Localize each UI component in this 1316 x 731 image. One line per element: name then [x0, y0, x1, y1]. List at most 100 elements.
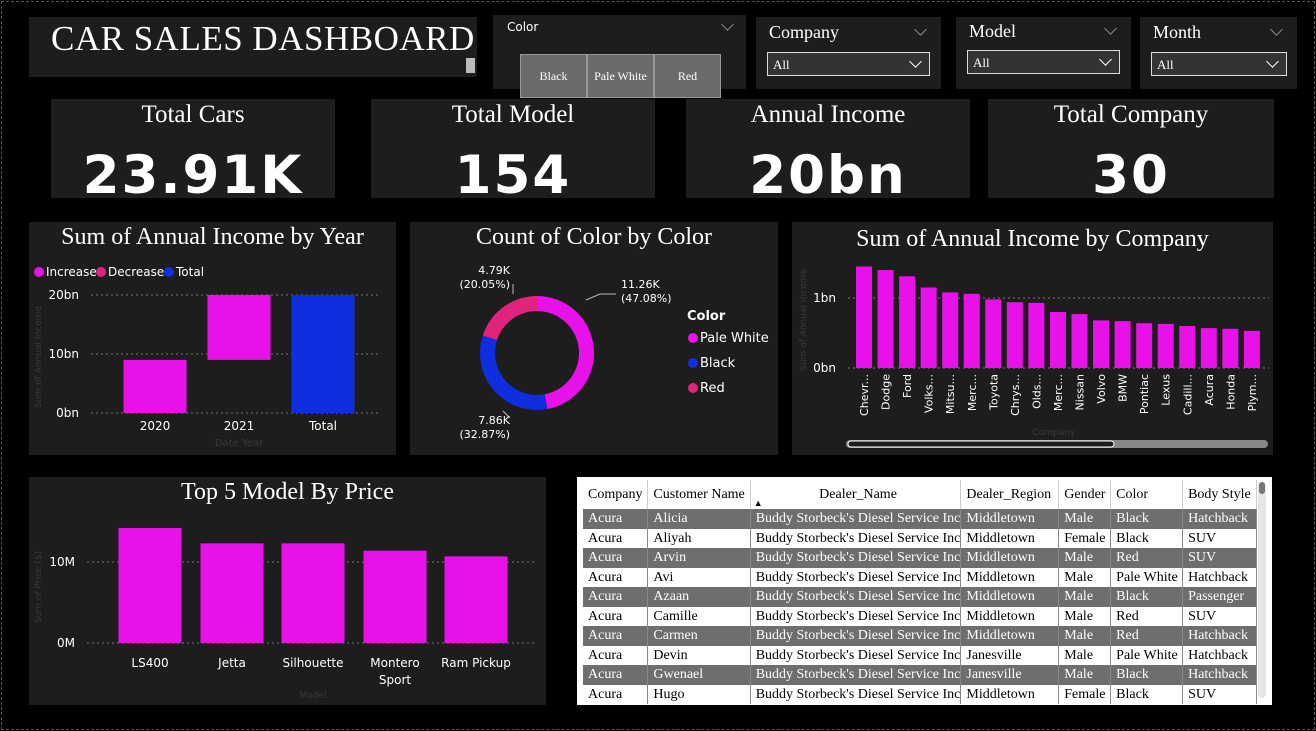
- donut-slice[interactable]: [537, 296, 594, 410]
- company-bar[interactable]: [899, 276, 916, 368]
- model-dropdown[interactable]: All: [967, 50, 1120, 74]
- chevron-down-icon[interactable]: [1270, 23, 1283, 36]
- month-slicer: Month All: [1140, 17, 1297, 89]
- waterfall-bar[interactable]: [291, 295, 355, 413]
- company-bar[interactable]: [877, 270, 894, 368]
- legend-label: Total: [175, 265, 204, 279]
- chevron-down-icon[interactable]: [914, 23, 927, 36]
- kpi-card-total-company: Total Company 30: [988, 99, 1274, 206]
- table-row[interactable]: Acura Camille Buddy Storbeck's Diesel Serv…: [583, 606, 1257, 626]
- company-bar[interactable]: [1071, 314, 1088, 368]
- company-bar[interactable]: [1028, 302, 1045, 368]
- table-cell: Black: [1110, 509, 1184, 529]
- x-tick-label: Nissan: [1074, 374, 1087, 410]
- company-dropdown-value: All: [773, 57, 790, 72]
- data-label-value: 7.86K: [478, 414, 510, 427]
- company-dropdown[interactable]: All: [767, 52, 930, 76]
- company-bar[interactable]: [1222, 328, 1239, 368]
- column-header[interactable]: Color: [1110, 480, 1184, 509]
- scrollbar-thumb[interactable]: [847, 440, 1115, 448]
- legend-label: Pale White: [700, 331, 769, 346]
- table-cell: Middletown: [960, 606, 1060, 626]
- column-header[interactable]: Dealer_Name ▲: [750, 480, 962, 509]
- table-cell: Buddy Storbeck's Diesel Service Inc: [750, 684, 962, 704]
- column-header[interactable]: Company: [583, 480, 649, 509]
- company-bar[interactable]: [1093, 320, 1110, 368]
- sort-ascending-icon[interactable]: ▲: [754, 498, 763, 508]
- color-slicer: Color Black Pale White Red: [493, 15, 746, 98]
- table-cell: Buddy Storbeck's Diesel Service Inc: [750, 548, 962, 568]
- company-bar[interactable]: [1179, 326, 1196, 368]
- model-bar[interactable]: [281, 543, 345, 643]
- x-tick-label: Chevr...: [858, 374, 871, 416]
- model-bar[interactable]: [200, 543, 264, 643]
- table-row[interactable]: Acura Gwenael Buddy Storbeck's Diesel Serv…: [583, 665, 1257, 685]
- company-bar[interactable]: [1049, 312, 1066, 368]
- model-bar[interactable]: [118, 527, 182, 643]
- vertical-scrollbar[interactable]: [1258, 482, 1266, 698]
- table-cell: Acura: [583, 567, 649, 587]
- legend-label: Decrease: [108, 265, 164, 279]
- x-tick-label: Volks...: [923, 374, 936, 413]
- x-tick-label: Sport: [379, 673, 412, 687]
- color-option-black[interactable]: Black: [520, 54, 587, 98]
- legend-marker: [688, 333, 698, 343]
- company-bar[interactable]: [1114, 321, 1131, 368]
- model-bar[interactable]: [444, 556, 508, 643]
- kpi-card-total-cars: Total Cars 23.91K: [51, 99, 335, 206]
- y-axis-label: Sum of Annual Income: [799, 269, 809, 371]
- y-tick-label: 10M: [49, 555, 75, 569]
- company-bar[interactable]: [942, 292, 959, 368]
- company-bar[interactable]: [920, 287, 937, 369]
- column-header[interactable]: Body Style: [1182, 480, 1257, 509]
- leader-line: [585, 293, 616, 301]
- table-row[interactable]: Acura Carmen Buddy Storbeck's Diesel Servi…: [583, 626, 1257, 646]
- x-tick-label: Montero: [370, 656, 419, 670]
- donut-slice[interactable]: [482, 296, 537, 341]
- model-bar[interactable]: [363, 550, 427, 643]
- table-row[interactable]: Acura Hugo Buddy Storbeck's Diesel Service…: [583, 684, 1257, 704]
- company-bar[interactable]: [1200, 328, 1217, 368]
- kpi-title: Total Company: [1053, 101, 1209, 128]
- table-row[interactable]: Acura Alicia Buddy Storbeck's Diesel Servi…: [583, 509, 1257, 529]
- table-cell: Pale White: [1110, 567, 1184, 587]
- table-cell: Black: [1110, 528, 1184, 548]
- table-cell: Black: [1110, 587, 1184, 607]
- company-bar[interactable]: [985, 299, 1002, 368]
- table-row[interactable]: Acura Aliyah Buddy Storbeck's Diesel Servi…: [583, 528, 1257, 548]
- column-header[interactable]: Gender: [1058, 480, 1112, 509]
- x-tick-label: 2020: [140, 419, 171, 433]
- table-cell: Hatchback: [1182, 509, 1257, 529]
- chevron-down-icon[interactable]: [721, 18, 734, 31]
- company-bar[interactable]: [1006, 302, 1023, 368]
- company-bar[interactable]: [1136, 323, 1153, 368]
- company-bar[interactable]: [963, 293, 980, 368]
- table-row[interactable]: Acura Azaan Buddy Storbeck's Diesel Servic…: [583, 587, 1257, 607]
- waterfall-bar[interactable]: [207, 295, 271, 360]
- company-bar[interactable]: [856, 266, 872, 369]
- company-bar[interactable]: [1243, 330, 1260, 368]
- table-row[interactable]: Acura Avi Buddy Storbeck's Diesel Service …: [583, 567, 1257, 587]
- x-tick-label: Acura: [1203, 374, 1216, 406]
- color-option-red[interactable]: Red: [654, 54, 721, 98]
- table-row[interactable]: Acura Arvin Buddy Storbeck's Diesel Servic…: [583, 548, 1257, 568]
- month-dropdown[interactable]: All: [1151, 52, 1287, 76]
- waterfall-bar[interactable]: [123, 359, 187, 413]
- scrollbar-thumb[interactable]: [1259, 482, 1265, 494]
- x-tick-label: Pontiac: [1138, 374, 1151, 414]
- table-cell: Buddy Storbeck's Diesel Service Inc: [750, 509, 962, 529]
- income-by-year-chart: Sum of Annual Income by Year Increase Dec…: [29, 222, 396, 455]
- table-cell: Acura: [583, 528, 649, 548]
- y-tick-label: 0bn: [56, 406, 79, 420]
- title-scrollbar[interactable]: [466, 58, 475, 73]
- color-option-pale-white[interactable]: Pale White: [587, 54, 654, 98]
- x-tick-label: Mitsu...: [944, 374, 957, 414]
- table-cell: Janesville: [960, 645, 1060, 665]
- company-bar[interactable]: [1157, 323, 1174, 368]
- column-header[interactable]: Customer Name: [647, 480, 751, 509]
- donut-slice[interactable]: [480, 335, 548, 410]
- table-row[interactable]: Acura Devin Buddy Storbeck's Diesel Servic…: [583, 645, 1257, 665]
- legend-marker: [688, 383, 698, 393]
- column-header[interactable]: Dealer_Region: [960, 480, 1060, 509]
- chevron-down-icon[interactable]: [1104, 22, 1117, 35]
